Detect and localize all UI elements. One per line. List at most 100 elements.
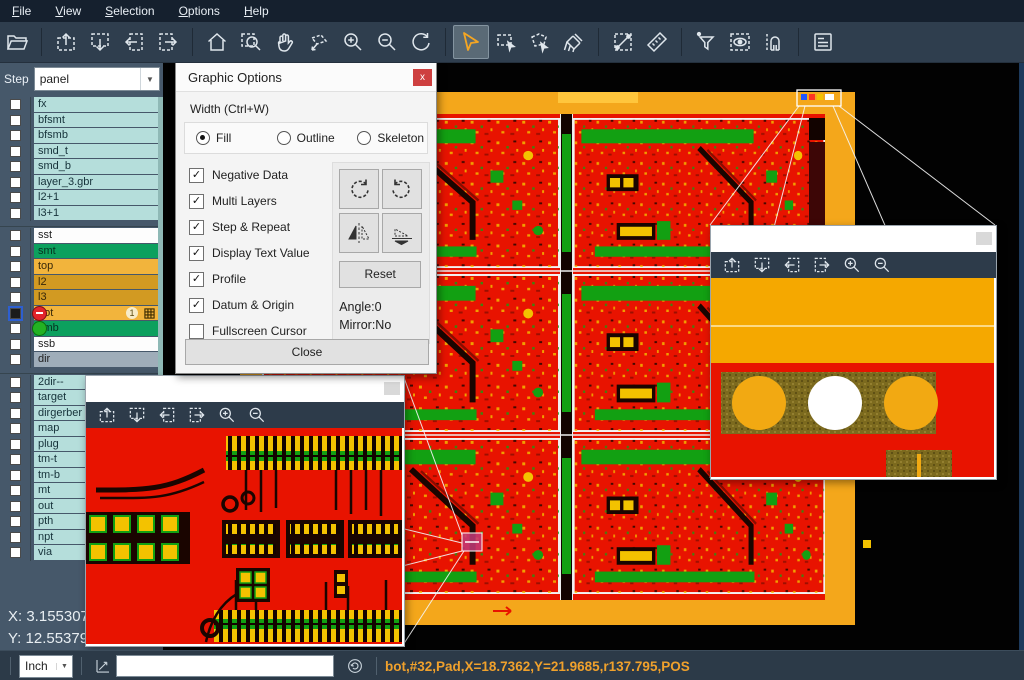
grid-icon[interactable] <box>144 308 155 319</box>
rotate-cw-icon[interactable] <box>339 169 379 209</box>
pcb-zoom-view[interactable] <box>711 278 996 482</box>
layer-checkbox[interactable] <box>10 454 21 465</box>
layer-checkbox[interactable] <box>10 161 21 172</box>
zoom-out-icon[interactable] <box>242 403 272 427</box>
layer-checkbox[interactable] <box>10 547 21 558</box>
radio-outline[interactable]: Outline <box>277 131 347 145</box>
pan-left-icon[interactable] <box>117 26 151 58</box>
layer-row[interactable]: fx <box>0 97 158 113</box>
layer-name[interactable]: l3+1 <box>34 206 158 221</box>
layer-checkbox[interactable] <box>10 208 21 219</box>
sync-icon[interactable] <box>342 657 368 675</box>
pan-right-icon[interactable] <box>182 403 212 427</box>
close-button[interactable]: Close <box>185 339 429 365</box>
layer-row[interactable]: smb <box>0 321 158 337</box>
layer-checkbox[interactable] <box>10 408 21 419</box>
mirror-vertical-icon[interactable] <box>382 213 422 253</box>
layer-name[interactable]: fx <box>34 97 158 112</box>
pan-right-icon[interactable] <box>151 26 185 58</box>
layer-row[interactable]: l2 <box>0 275 158 291</box>
layer-row[interactable]: dir <box>0 352 158 368</box>
layer-name[interactable]: ssb <box>34 337 158 352</box>
angle-mode-icon[interactable] <box>90 657 116 675</box>
layer-row[interactable]: smd_t <box>0 144 158 160</box>
layer-row[interactable]: l3+1 <box>0 206 158 222</box>
layer-checkbox[interactable] <box>10 292 21 303</box>
layer-checkbox[interactable] <box>10 230 21 241</box>
detail-zoom-window-right[interactable] <box>710 225 997 480</box>
layer-checkbox[interactable] <box>10 501 21 512</box>
layer-checkbox[interactable] <box>10 354 21 365</box>
pan-right-icon[interactable] <box>807 253 837 277</box>
view-box-icon[interactable] <box>723 26 757 58</box>
layer-name[interactable]: smd_t <box>34 144 158 159</box>
pan-down-icon[interactable] <box>747 253 777 277</box>
select-rectangle-icon[interactable] <box>489 26 523 58</box>
popup-titlebar[interactable] <box>711 226 996 252</box>
layer-checkbox[interactable] <box>10 246 21 257</box>
layers-panel-icon[interactable] <box>806 26 840 58</box>
layer-name[interactable]: smt <box>34 244 158 259</box>
popup-window-button[interactable] <box>976 232 992 245</box>
layer-checkbox[interactable] <box>10 308 21 319</box>
layer-checkbox[interactable] <box>10 192 21 203</box>
layer-name[interactable]: smd_b <box>34 159 158 174</box>
command-input[interactable] <box>116 655 334 677</box>
layer-checkbox[interactable] <box>10 485 21 496</box>
layer-checkbox[interactable] <box>10 423 21 434</box>
layer-checkbox[interactable] <box>10 99 21 110</box>
layer-name[interactable]: bfsmb <box>34 128 158 143</box>
layer-checkbox[interactable] <box>10 339 21 350</box>
layer-row-active[interactable]: bot 1 <box>0 306 158 322</box>
layer-name[interactable]: sst <box>34 228 158 243</box>
radio-skeleton[interactable]: Skeleton <box>357 131 427 145</box>
pan-down-icon[interactable] <box>83 26 117 58</box>
layer-checkbox[interactable] <box>10 516 21 527</box>
menu-options[interactable]: Options <box>167 0 232 22</box>
layer-checkbox[interactable] <box>10 392 21 403</box>
radio-dot[interactable] <box>277 131 291 145</box>
layer-name[interactable]: dir <box>34 352 158 367</box>
zoom-in-icon[interactable] <box>212 403 242 427</box>
reset-button[interactable]: Reset <box>339 261 421 288</box>
ruler-icon[interactable] <box>640 26 674 58</box>
menu-file[interactable]: File <box>0 0 43 22</box>
layer-name[interactable]: top <box>34 259 158 274</box>
pan-down-icon[interactable] <box>122 403 152 427</box>
checkbox-step-repeat[interactable]: ✓Step & Repeat <box>176 214 332 240</box>
select-cursor-icon[interactable] <box>453 25 489 59</box>
zoom-out-icon[interactable] <box>867 253 897 277</box>
layer-checkbox[interactable] <box>10 377 21 388</box>
layer-name[interactable]: bot 1 <box>34 306 158 321</box>
pcb-zoom-view[interactable] <box>86 428 404 649</box>
popup-titlebar[interactable] <box>86 376 404 402</box>
mirror-horizontal-icon[interactable] <box>339 213 379 253</box>
move-view-icon[interactable] <box>302 26 336 58</box>
layer-checkbox[interactable] <box>10 261 21 272</box>
zoom-out-icon[interactable] <box>370 26 404 58</box>
chevron-down-icon[interactable]: ▼ <box>140 68 159 90</box>
checkbox-multi-layers[interactable]: ✓Multi Layers <box>176 188 332 214</box>
layer-checkbox[interactable] <box>10 115 21 126</box>
menu-view[interactable]: View <box>43 0 93 22</box>
radio-dot[interactable] <box>357 131 371 145</box>
layer-row[interactable]: bfsmt <box>0 113 158 129</box>
layer-name[interactable]: layer_3.gbr <box>34 175 158 190</box>
zoom-source-box-bottom[interactable] <box>462 533 482 551</box>
clear-brush-icon[interactable] <box>557 26 591 58</box>
checkbox-profile[interactable]: ✓Profile <box>176 266 332 292</box>
layer-checkbox[interactable] <box>10 470 21 481</box>
zoom-in-icon[interactable] <box>837 253 867 277</box>
layer-row[interactable]: sst <box>0 228 158 244</box>
dialog-titlebar[interactable]: Graphic Options x <box>176 63 436 92</box>
layer-checkbox[interactable] <box>10 532 21 543</box>
unit-dropdown[interactable]: Inch ▼ <box>19 655 73 678</box>
zoom-previous-icon[interactable] <box>404 26 438 58</box>
pan-hand-icon[interactable] <box>268 26 302 58</box>
checkbox-datum-origin[interactable]: ✓Datum & Origin <box>176 292 332 318</box>
popup-window-button[interactable] <box>384 382 400 395</box>
layer-checkbox[interactable] <box>10 130 21 141</box>
layer-row[interactable]: ssb <box>0 337 158 353</box>
layer-checkbox[interactable] <box>10 439 21 450</box>
layer-name[interactable]: bfsmt <box>34 113 158 128</box>
